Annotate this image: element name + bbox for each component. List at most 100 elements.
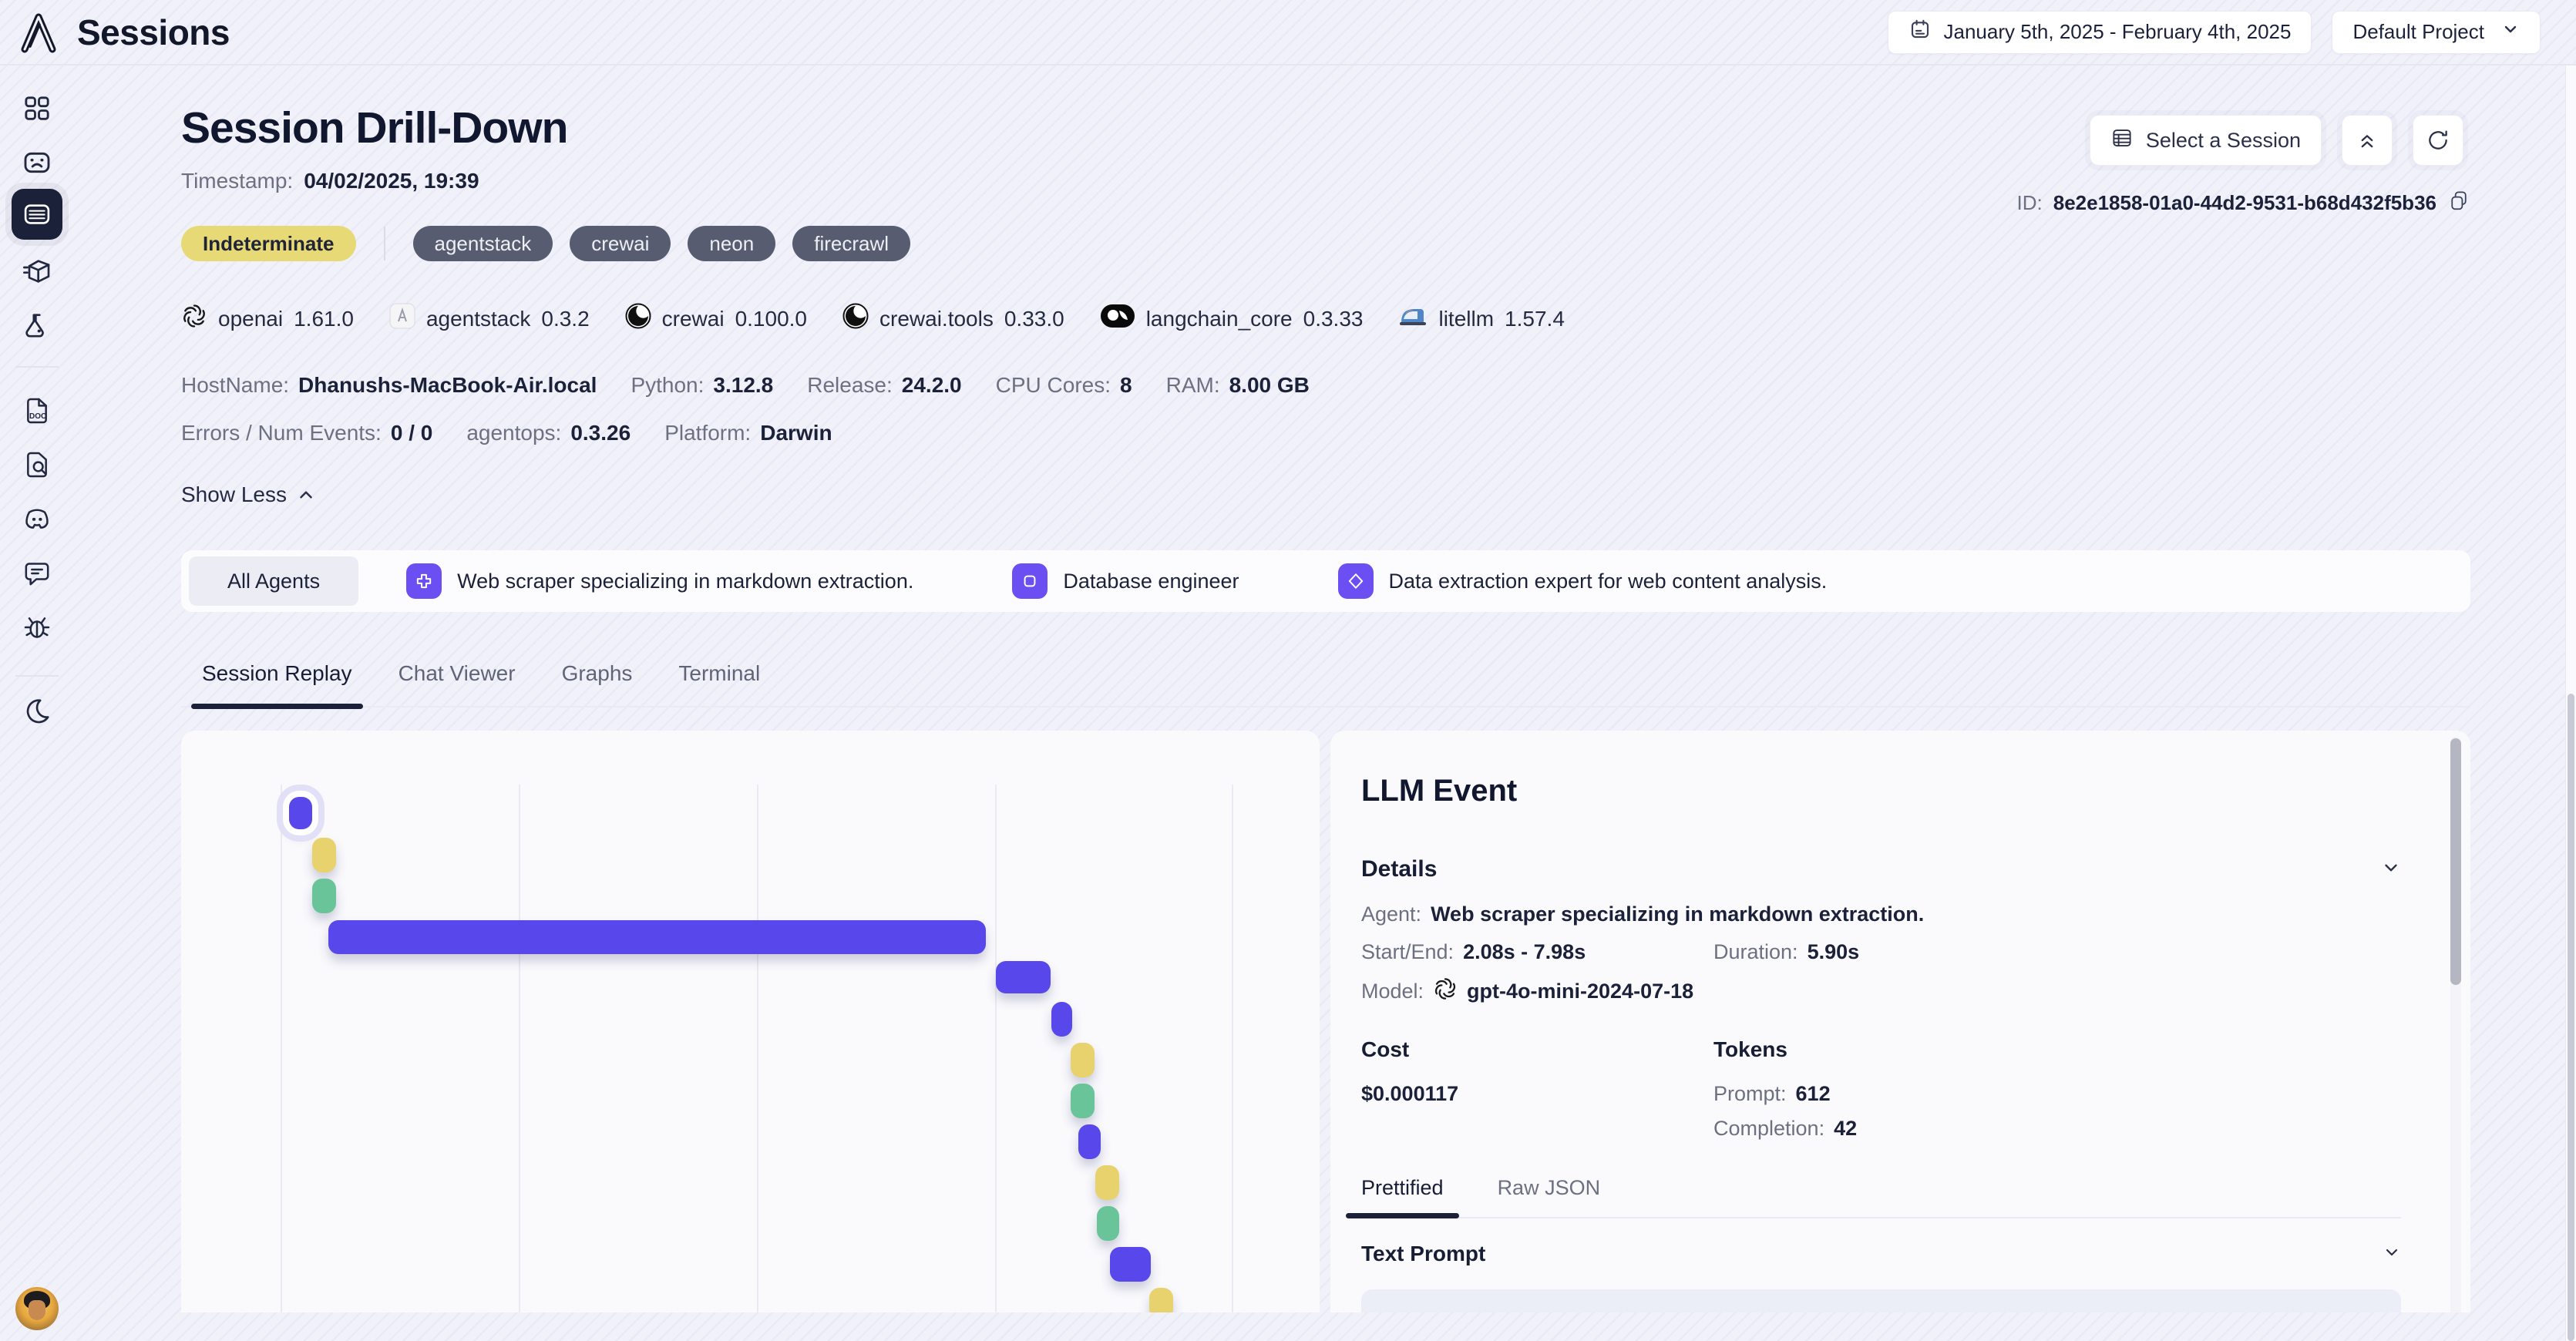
- replay-event-bar[interactable]: [312, 838, 336, 872]
- replay-event-bar[interactable]: [1097, 1206, 1119, 1241]
- payload-view-tabs: Prettified Raw JSON: [1361, 1176, 2401, 1218]
- agent-value: Web scraper specializing in markdown ext…: [1431, 902, 1924, 926]
- tab-session-replay[interactable]: Session Replay: [202, 661, 352, 706]
- host-label: Python:: [631, 373, 704, 398]
- page-scrollbar-thumb[interactable]: [2568, 694, 2574, 1341]
- replay-event-bar[interactable]: [1071, 1043, 1095, 1077]
- tokens-column: Tokens Prompt: 612 Completion: 42: [1713, 1037, 2401, 1141]
- replay-event-bar[interactable]: [289, 797, 312, 829]
- package-item: langchain_core 0.3.33: [1100, 304, 1364, 334]
- chevrons-up-icon: [2356, 129, 2379, 152]
- tab-prettified[interactable]: Prettified: [1361, 1176, 1444, 1217]
- replay-event-bar[interactable]: [1110, 1247, 1151, 1282]
- openai-icon: [181, 303, 207, 334]
- timestamp-label: Timestamp:: [181, 169, 293, 193]
- details-section-header[interactable]: Details: [1361, 856, 2401, 882]
- agent-filter-label: Database engineer: [1063, 570, 1239, 593]
- replay-event-bar[interactable]: [312, 879, 336, 913]
- host-info-row: Errors / Num Events:0 / 0 agentops:0.3.2…: [181, 421, 2470, 445]
- tag: agentstack: [413, 226, 553, 261]
- sidebar-item-docs[interactable]: DOC: [22, 395, 52, 426]
- main-content: Session Drill-Down Select a Session I: [74, 66, 2576, 1341]
- crewai-icon: [625, 303, 651, 334]
- tab-terminal[interactable]: Terminal: [678, 661, 760, 706]
- completion-tokens-label: Completion:: [1713, 1117, 1824, 1141]
- refresh-icon: [2426, 128, 2450, 153]
- session-id-row: ID: 8e2e1858-01a0-44d2-9531-b68d432f5b36: [2017, 189, 2470, 217]
- agentops-logo-icon: [14, 8, 63, 57]
- replay-event-bar[interactable]: [1051, 1002, 1072, 1037]
- project-selector[interactable]: Default Project: [2332, 11, 2541, 54]
- sidebar-item-feedback[interactable]: [22, 558, 52, 589]
- session-actions: Select a Session: [2090, 115, 2463, 166]
- duration-value: 5.90s: [1808, 940, 1860, 964]
- agents-filter-bar: All Agents Web scraper specializing in m…: [181, 550, 2470, 612]
- details-label: Details: [1361, 856, 1437, 882]
- show-less-label: Show Less: [181, 482, 287, 507]
- sidebar-item-logs-search[interactable]: [22, 449, 52, 480]
- page-scrollbar: [2565, 66, 2576, 1341]
- session-replay-panel: [181, 731, 1320, 1312]
- sidebar-item-bug-report[interactable]: [22, 612, 52, 643]
- cost-label: Cost: [1361, 1037, 1713, 1062]
- sidebar-item-deploy[interactable]: [22, 256, 52, 287]
- replay-event-bar[interactable]: [1095, 1165, 1119, 1200]
- text-prompt-section-header[interactable]: Text Prompt: [1361, 1242, 2401, 1266]
- date-range-picker[interactable]: January 5th, 2025 - February 4th, 2025: [1888, 11, 2312, 54]
- collapse-button[interactable]: [2342, 115, 2393, 166]
- chevron-down-icon[interactable]: [2383, 1243, 2401, 1265]
- tab-raw-json[interactable]: Raw JSON: [1498, 1176, 1601, 1217]
- system-prompt-box: System: You are Web scraper specializing…: [1361, 1289, 2401, 1312]
- host-value: 3.12.8: [713, 373, 773, 398]
- agent-filter-item[interactable]: Web scraper specializing in markdown ext…: [406, 563, 913, 599]
- copy-icon[interactable]: [2447, 189, 2470, 217]
- agent-filter-label: Web scraper specializing in markdown ext…: [457, 570, 913, 593]
- sidebar-divider: [15, 366, 59, 368]
- chart-gridline: [1232, 785, 1233, 1312]
- tab-chat-viewer[interactable]: Chat Viewer: [399, 661, 516, 706]
- host-value: 0.3.26: [570, 421, 631, 445]
- openai-icon: [1433, 976, 1458, 1007]
- all-agents-filter[interactable]: All Agents: [189, 556, 358, 606]
- agent-diamond-icon: [1338, 563, 1374, 599]
- host-label: Release:: [807, 373, 893, 398]
- show-less-toggle[interactable]: Show Less: [181, 482, 316, 507]
- host-label: agentops:: [466, 421, 561, 445]
- status-badge: Indeterminate: [181, 226, 356, 261]
- package-item: agentstack 0.3.2: [389, 303, 590, 334]
- agent-filter-item[interactable]: Data extraction expert for web content a…: [1338, 563, 1828, 599]
- sidebar-item-sessions[interactable]: [12, 189, 62, 240]
- chart-gridline: [995, 785, 997, 1312]
- chart-gridline: [519, 785, 520, 1312]
- sidebar-item-overview[interactable]: [22, 93, 52, 124]
- tab-graphs[interactable]: Graphs: [562, 661, 633, 706]
- sidebar-item-evals[interactable]: [22, 310, 52, 341]
- sidebar-item-projects[interactable]: [22, 147, 52, 178]
- user-avatar[interactable]: [15, 1287, 59, 1330]
- chevron-down-icon[interactable]: [2381, 858, 2401, 882]
- replay-event-bar[interactable]: [1078, 1124, 1101, 1159]
- host-value: 8.00 GB: [1229, 373, 1310, 398]
- session-id-value: 8e2e1858-01a0-44d2-9531-b68d432f5b36: [2053, 191, 2436, 215]
- dark-mode-toggle[interactable]: [22, 696, 52, 727]
- top-bar: Sessions January 5th, 2025 - February 4t…: [0, 0, 2576, 66]
- replay-event-bar[interactable]: [1149, 1288, 1173, 1312]
- sidebar-item-discord[interactable]: [22, 503, 52, 534]
- app-title: Sessions: [77, 12, 230, 53]
- replay-event-bar[interactable]: [1071, 1084, 1095, 1118]
- agent-filter-item[interactable]: Database engineer: [1012, 563, 1239, 599]
- agent-cross-icon: [406, 563, 442, 599]
- cost-value: $0.000117: [1361, 1082, 1458, 1106]
- model-label: Model:: [1361, 980, 1424, 1003]
- refresh-button[interactable]: [2413, 115, 2463, 166]
- packages-row: openai 1.61.0 agentstack 0.3.2 crewai 0.…: [181, 303, 2470, 334]
- host-info-row: HostName:Dhanushs-MacBook-Air.local Pyth…: [181, 373, 2470, 398]
- replay-event-bar[interactable]: [996, 961, 1051, 993]
- timing-grid: Start/End: 2.08s - 7.98s Duration: 5.90s: [1361, 926, 2401, 964]
- duration-label: Duration:: [1713, 940, 1798, 964]
- select-session-button[interactable]: Select a Session: [2090, 115, 2322, 166]
- replay-event-bar[interactable]: [328, 920, 986, 954]
- event-panel-scrollbar-thumb[interactable]: [2450, 738, 2461, 985]
- litellm-icon: [1398, 304, 1428, 334]
- chevron-up-icon: [296, 485, 316, 505]
